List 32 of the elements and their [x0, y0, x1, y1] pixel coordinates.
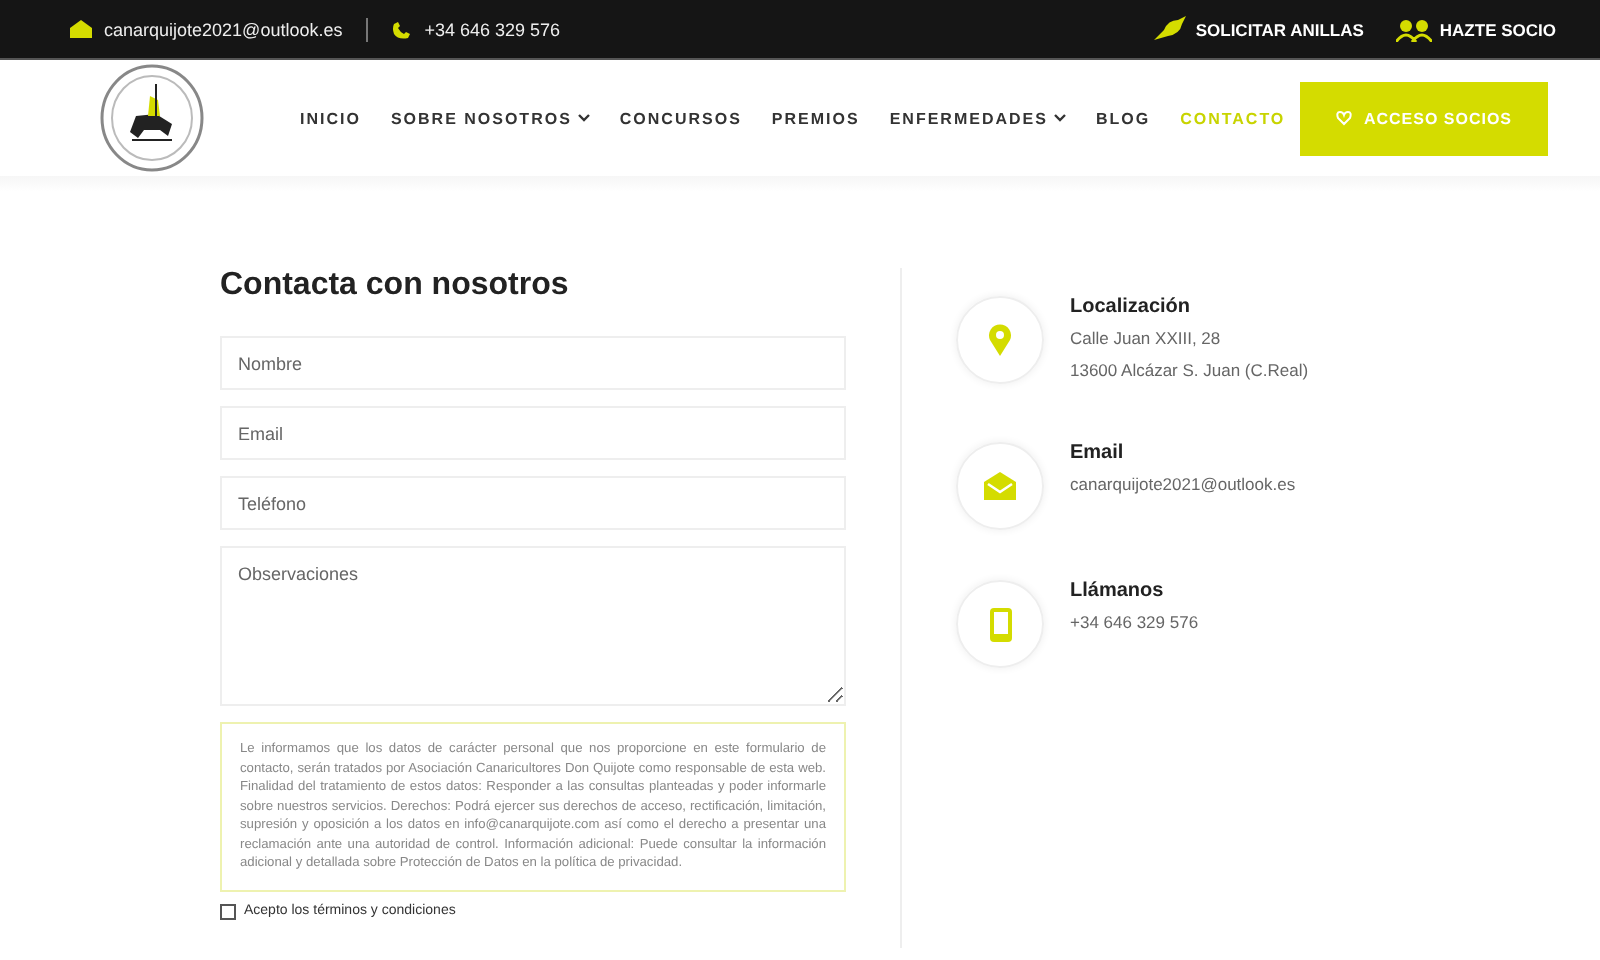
- phone-icon: [392, 19, 413, 39]
- logo-emblem[interactable]: [100, 64, 204, 172]
- nav-link[interactable]: SOBRE NOSOTROS: [390, 109, 590, 127]
- top-email[interactable]: canarquijote2021@outlook.es: [104, 19, 343, 39]
- contact-heading: Email: [1070, 442, 1126, 464]
- top-phone[interactable]: +34 646 329 576: [424, 19, 561, 39]
- mobile-phone-icon: [989, 607, 1011, 641]
- top-link[interactable]: HAZTE SOCIO: [1395, 16, 1556, 42]
- heart-icon: [1335, 110, 1352, 126]
- caret-icon: [1053, 114, 1066, 122]
- contact-detail: +34 646 329 576: [1070, 612, 1199, 632]
- nav-link[interactable]: INICIO: [300, 109, 361, 127]
- contact-detail: 13600 Alcázar S. Juan (C.Real): [1070, 360, 1309, 380]
- nav-link[interactable]: PREMIOS: [771, 109, 860, 127]
- contact-heading: Localización: [1070, 296, 1193, 318]
- contact-detail: canarquijote2021@outlook.es: [1070, 474, 1296, 494]
- people-icon: [1395, 17, 1432, 41]
- input-field[interactable]: Nombre: [220, 336, 846, 390]
- top-link[interactable]: SOLICITAR ANILLAS: [1151, 16, 1364, 42]
- contact-heading: Llámanos: [1070, 580, 1166, 602]
- nav-link[interactable]: ENFERMEDADES: [889, 109, 1066, 127]
- contact-detail: Calle Juan XXIII, 28: [1070, 328, 1223, 348]
- bird-icon: [1151, 16, 1188, 42]
- input-field[interactable]: Teléfono: [220, 476, 846, 530]
- nav-link[interactable]: CONCURSOS: [619, 109, 742, 127]
- message-field[interactable]: Observaciones: [220, 546, 846, 706]
- nav-link[interactable]: BLOG: [1095, 109, 1151, 127]
- location-pin-icon: [988, 324, 1012, 356]
- form-title: Contacta con nosotros: [220, 268, 571, 304]
- input-field[interactable]: Email: [220, 406, 846, 460]
- caret-icon: [577, 114, 590, 122]
- terms-checkbox[interactable]: [220, 903, 236, 920]
